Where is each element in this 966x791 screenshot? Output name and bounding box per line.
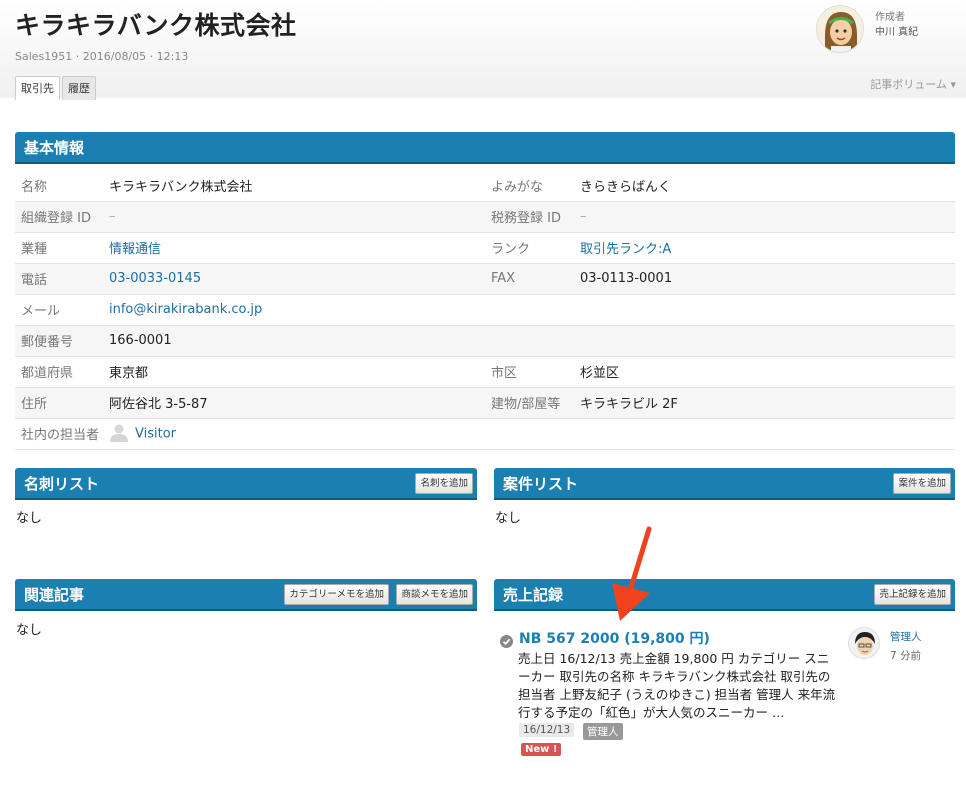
add-project-button[interactable]: 案件を追加	[893, 473, 951, 494]
empty-value	[580, 418, 955, 450]
author-name[interactable]: 中川 真紀	[875, 23, 918, 38]
author-avatar[interactable]	[816, 5, 864, 53]
add-meeting-memo-button[interactable]: 商談メモを追加	[396, 584, 473, 605]
sales-owner-tag[interactable]: 管理人	[583, 723, 623, 740]
tab-bar: 取引先 履歴	[15, 76, 96, 100]
phone-link[interactable]: 03-0033-0145	[109, 263, 485, 295]
rank-link[interactable]: 取引先ランク:A	[580, 232, 955, 264]
assignee-link[interactable]: Visitor	[135, 426, 176, 441]
table-row: 都道府県 東京都 市区 杉並区	[15, 356, 955, 388]
field-label: ランク	[485, 232, 580, 264]
projects-empty: なし	[495, 511, 522, 526]
sales-record-summary: 売上日 16/12/13 売上金額 19,800 円 カテゴリー スニーカー 取…	[518, 651, 836, 720]
field-label: 組織登録 ID	[15, 201, 109, 233]
business-cards-title: 名刺リスト	[24, 475, 100, 493]
red-arrow	[612, 526, 652, 621]
page-title: キラキラバンク株式会社	[15, 11, 297, 40]
sales-records-header: 売上記録 売上記録を追加	[494, 579, 955, 611]
field-label: 電話	[15, 263, 109, 295]
field-label: 建物/部屋等	[485, 387, 580, 419]
field-label	[485, 325, 580, 357]
table-row: メール info@kirakirabank.co.jp	[15, 294, 955, 326]
prefecture-value: 東京都	[109, 356, 485, 388]
related-articles-title: 関連記事	[24, 586, 85, 604]
field-label	[485, 418, 580, 450]
add-business-card-button[interactable]: 名刺を追加	[415, 473, 473, 494]
fax-value: 03-0113-0001	[580, 263, 955, 295]
field-label: 郵便番号	[15, 325, 109, 357]
author-role-label: 作成者	[875, 12, 905, 23]
tab-client[interactable]: 取引先	[15, 76, 60, 100]
address-value: 阿佐谷北 3-5-87	[109, 387, 485, 419]
person-icon	[109, 422, 129, 446]
table-row: 組織登録 ID – 税務登録 ID –	[15, 201, 955, 233]
projects-title: 案件リスト	[503, 475, 579, 493]
field-label: 社内の担当者	[15, 418, 109, 450]
business-cards-empty: なし	[16, 511, 43, 526]
field-label: 市区	[485, 356, 580, 388]
field-label: メール	[15, 294, 109, 326]
sales-record-timestamp: 7 分前	[890, 650, 922, 662]
field-label: 税務登録 ID	[485, 201, 580, 233]
add-category-memo-button[interactable]: カテゴリーメモを追加	[284, 584, 389, 605]
basic-info-title: 基本情報	[24, 139, 85, 157]
empty-value	[580, 294, 955, 326]
empty-value	[580, 325, 955, 357]
building-value: キラキラビル 2F	[580, 387, 955, 419]
field-label: 住所	[15, 387, 109, 419]
sales-record-user-link[interactable]: 管理人	[890, 629, 922, 644]
sales-records-title: 売上記録	[503, 586, 564, 604]
table-row: 郵便番号 166-0001	[15, 325, 955, 357]
check-circle-icon	[500, 635, 513, 648]
org-id-value: –	[109, 201, 485, 233]
basic-info-table: 名称 キラキラバンク株式会社 よみがな きらきらばんく 組織登録 ID – 税務…	[15, 170, 955, 450]
related-articles-empty: なし	[16, 623, 43, 638]
field-label: 都道府県	[15, 356, 109, 388]
user-avatar[interactable]	[848, 627, 880, 659]
volume-menu[interactable]: 記事ボリューム ▾	[870, 76, 956, 92]
field-label	[485, 294, 580, 326]
sales-record-title-link[interactable]: NB 567 2000 (19,800 円)	[519, 628, 710, 648]
business-cards-header: 名刺リスト 名刺を追加	[15, 468, 477, 500]
company-name-value: キラキラバンク株式会社	[109, 170, 485, 202]
industry-link[interactable]: 情報通信	[109, 232, 485, 264]
page-header: キラキラバンク株式会社 Sales1951 · 2016/08/05 · 12:…	[0, 0, 966, 100]
city-value: 杉並区	[580, 356, 955, 388]
record-meta: Sales1951 · 2016/08/05 · 12:13	[15, 50, 189, 63]
postal-code-value: 166-0001	[109, 325, 485, 357]
projects-header: 案件リスト 案件を追加	[494, 468, 955, 500]
table-row: 社内の担当者 Visitor	[15, 418, 955, 450]
email-link[interactable]: info@kirakirabank.co.jp	[109, 294, 485, 326]
related-articles-header: 関連記事 カテゴリーメモを追加 商談メモを追加	[15, 579, 477, 611]
basic-info-header: 基本情報	[15, 132, 955, 164]
field-label: FAX	[485, 263, 580, 295]
add-sales-record-button[interactable]: 売上記録を追加	[874, 584, 951, 605]
tab-history[interactable]: 履歴	[62, 76, 96, 100]
new-badge: New !	[521, 743, 562, 756]
field-label: よみがな	[485, 170, 580, 202]
assignee-cell: Visitor	[109, 418, 485, 450]
table-row: 電話 03-0033-0145 FAX 03-0113-0001	[15, 263, 955, 295]
reading-value: きらきらばんく	[580, 170, 955, 202]
sales-date-tag[interactable]: 16/12/13	[519, 723, 575, 737]
tax-id-value: –	[580, 201, 955, 233]
table-row: 業種 情報通信 ランク 取引先ランク:A	[15, 232, 955, 264]
table-row: 名称 キラキラバンク株式会社 よみがな きらきらばんく	[15, 170, 955, 202]
field-label: 名称	[15, 170, 109, 202]
field-label: 業種	[15, 232, 109, 264]
table-row: 住所 阿佐谷北 3-5-87 建物/部屋等 キラキラビル 2F	[15, 387, 955, 419]
